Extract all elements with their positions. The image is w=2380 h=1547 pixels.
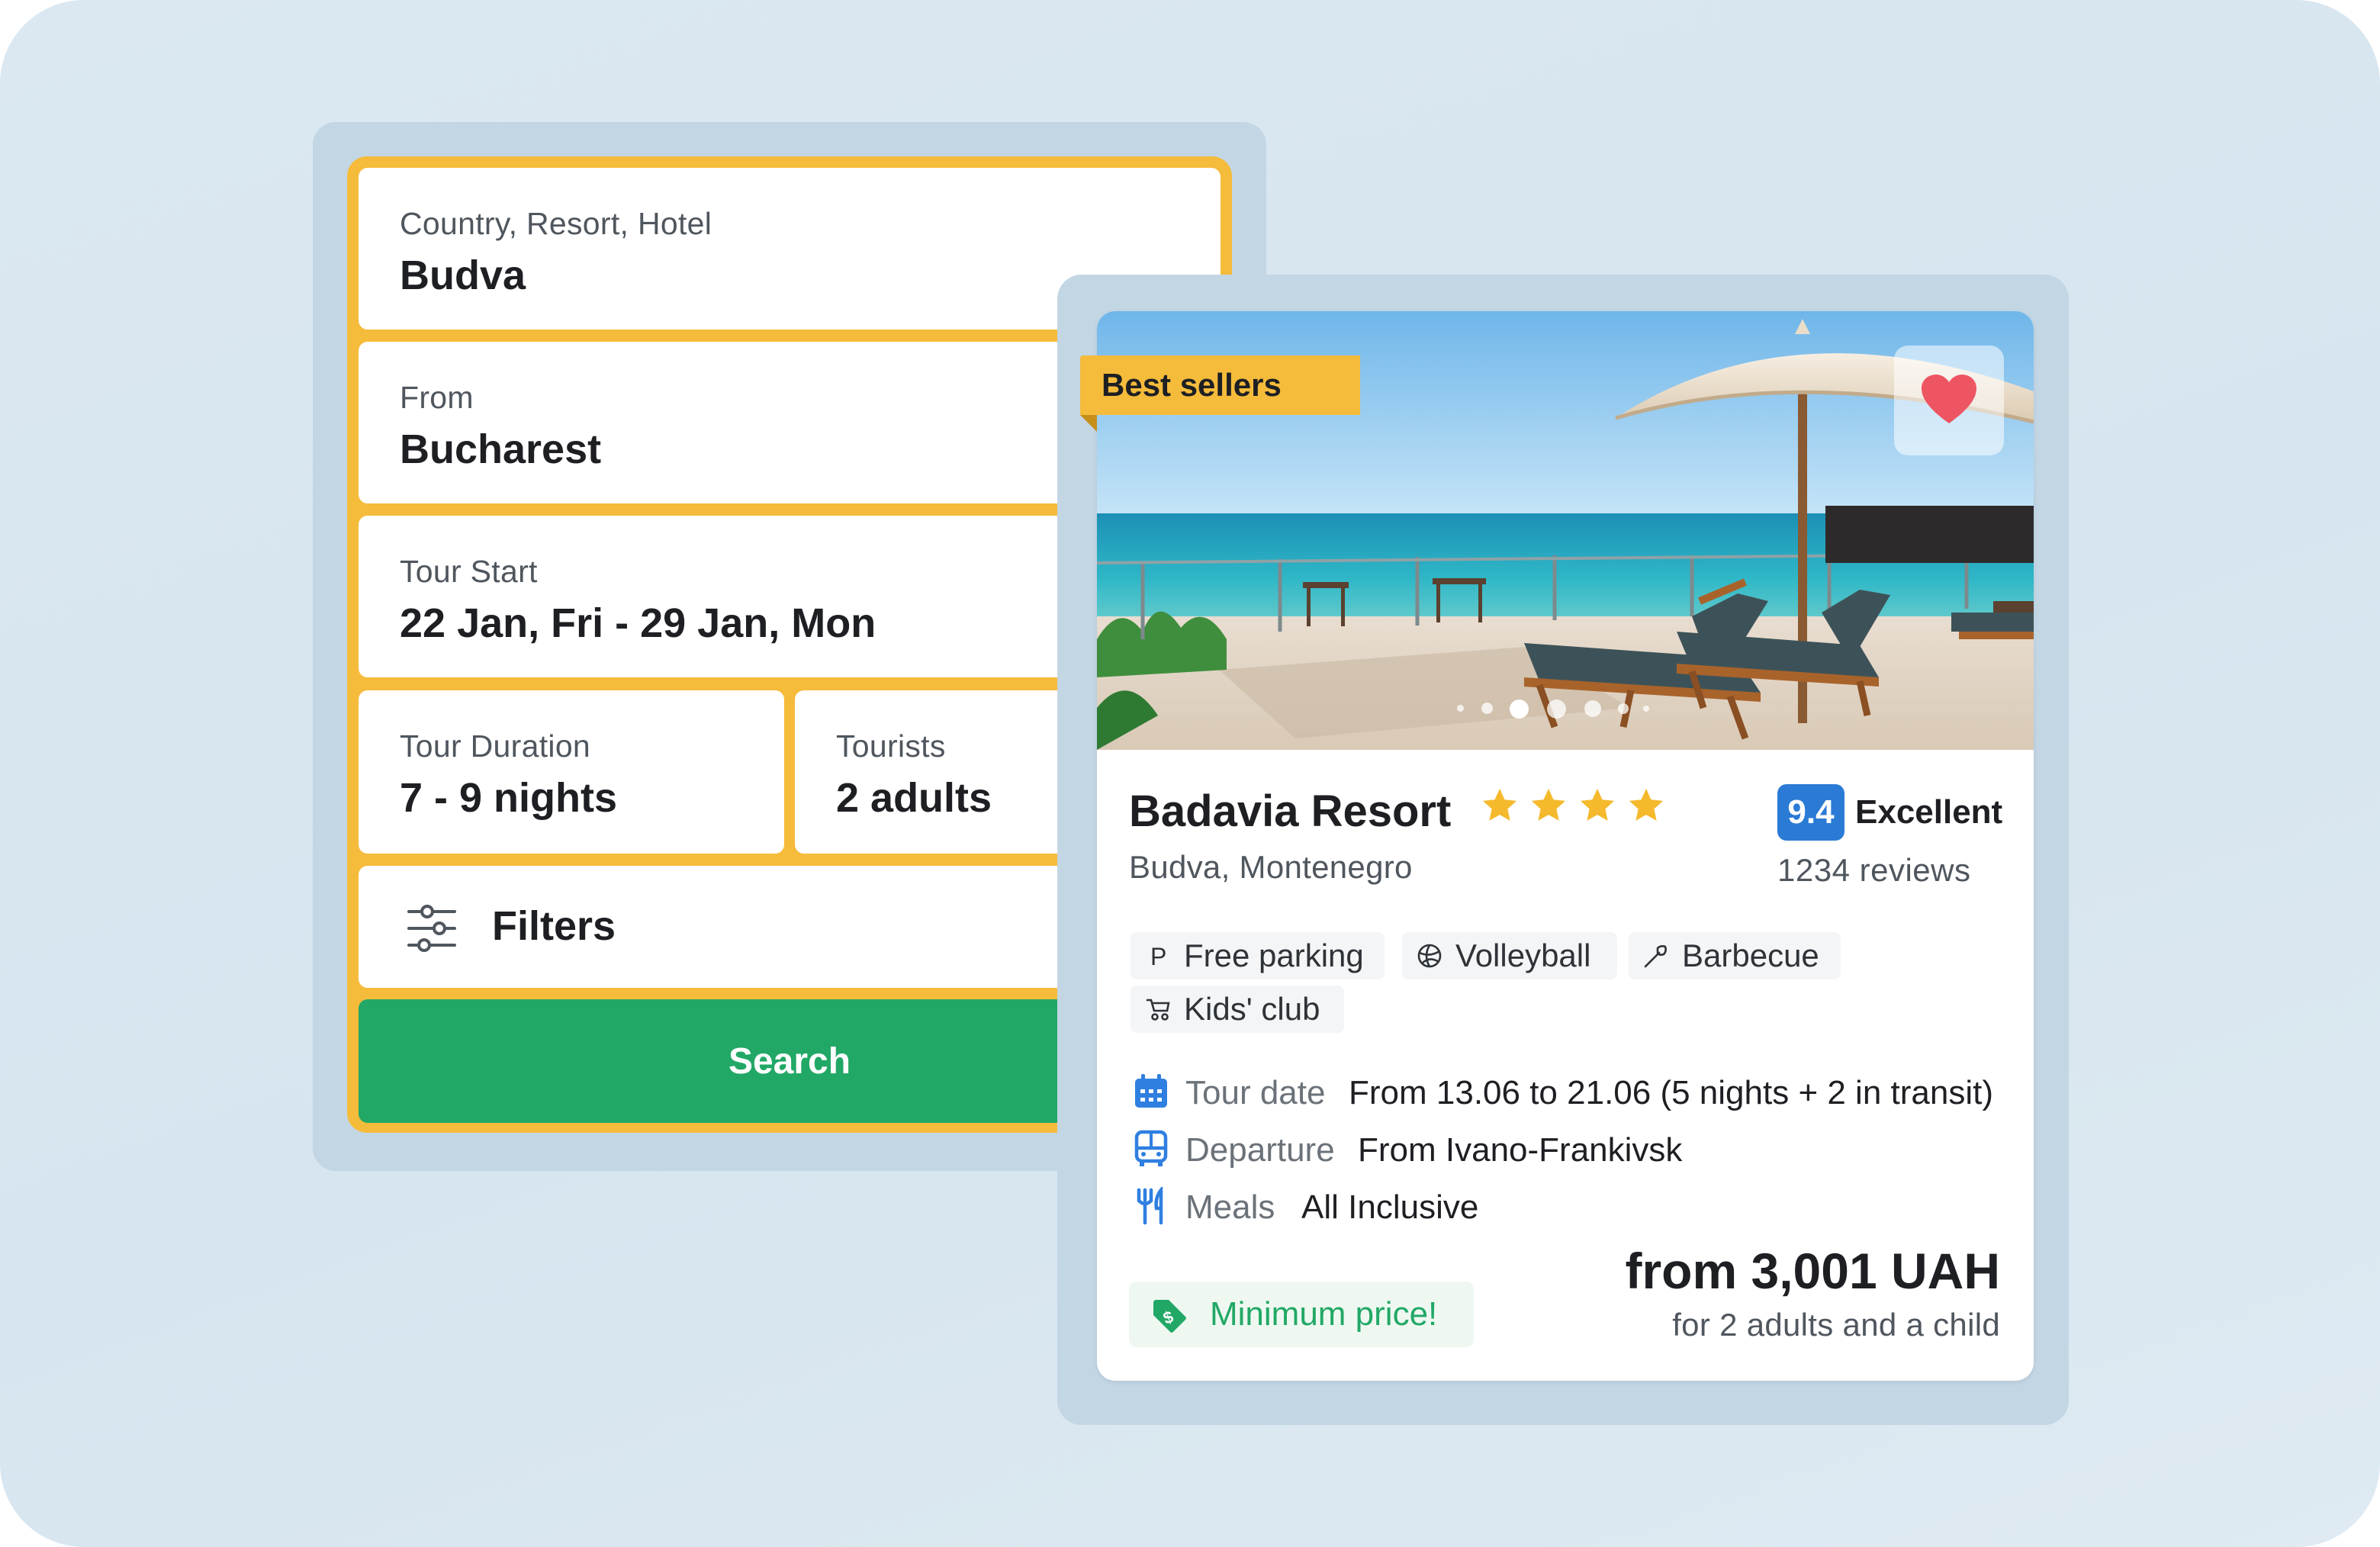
filters-label: Filters: [492, 903, 616, 949]
star-icon: [1580, 788, 1615, 821]
ribbon-fold: [1080, 415, 1097, 432]
hotel-name[interactable]: Badavia Resort: [1129, 786, 1451, 837]
heart-icon: [1922, 375, 1976, 423]
gallery-pagination[interactable]: [1455, 696, 1700, 719]
svg-text:P: P: [1150, 943, 1166, 970]
departure-value: From Ivano-Frankivsk: [1358, 1131, 1683, 1169]
amenity-chip: Barbecue: [1629, 932, 1841, 979]
minimum-price-label: Minimum price!: [1210, 1295, 1438, 1333]
fork-knife-icon: [1137, 1187, 1163, 1225]
rating-score: 9.4: [1777, 784, 1844, 841]
tour-duration-value: 7 - 9 nights: [400, 775, 618, 821]
price-note: for 2 adults and a child: [1672, 1307, 2000, 1343]
gallery-dot[interactable]: [1457, 705, 1464, 712]
barbecue-icon: [1644, 945, 1667, 968]
tour-date-value: From 13.06 to 21.06 (5 nights + 2 in tra…: [1349, 1074, 1994, 1111]
tourists-value: 2 adults: [836, 775, 992, 821]
reviews-count[interactable]: 1234 reviews: [1777, 852, 1970, 889]
minimum-price-badge: $ Minimum price!: [1129, 1282, 1474, 1347]
star-icon: [1629, 788, 1664, 821]
amenity-label: Kids' club: [1184, 991, 1320, 1027]
star-icon: [1531, 788, 1566, 821]
departure-city-value: Bucharest: [400, 426, 602, 472]
volleyball-icon: [1417, 944, 1442, 968]
bus-icon: [1134, 1130, 1168, 1166]
price-tag-icon: $: [1153, 1300, 1186, 1333]
tour-date-key: Tour date: [1185, 1074, 1326, 1111]
meals-key: Meals: [1185, 1188, 1275, 1226]
tour-start-label: Tour Start: [400, 554, 538, 589]
gallery-dot[interactable]: [1547, 700, 1566, 719]
amenity-chip: Kids' club: [1130, 986, 1344, 1033]
departure-key: Departure: [1185, 1131, 1335, 1169]
price: from 3,001 UAH: [1625, 1243, 2001, 1299]
amenity-label: Volleyball: [1455, 938, 1591, 973]
gallery-dot[interactable]: [1643, 706, 1649, 712]
favorite-button[interactable]: [1894, 346, 2004, 455]
calendar-icon: [1135, 1074, 1167, 1108]
gallery-dot[interactable]: [1481, 703, 1493, 714]
amenity-label: Free parking: [1184, 938, 1364, 973]
rating-label: Excellent: [1855, 793, 2003, 831]
parking-icon: P: [1150, 943, 1166, 970]
destination-value: Budva: [400, 252, 526, 298]
meals-value: All Inclusive: [1301, 1188, 1479, 1226]
tour-start-value: 22 Jan, Fri - 29 Jan, Mon: [400, 600, 876, 646]
gallery-dot[interactable]: [1584, 700, 1601, 717]
sliders-icon: [407, 905, 456, 952]
best-sellers-ribbon: Best sellers: [1080, 355, 1360, 415]
tour-duration-field[interactable]: Tour Duration 7 - 9 nights: [359, 690, 784, 854]
amenity-chip: P Free parking: [1130, 932, 1385, 979]
tour-duration-label: Tour Duration: [400, 728, 591, 764]
star-icon: [1482, 788, 1517, 821]
destination-label: Country, Resort, Hotel: [400, 206, 712, 241]
hotel-location: Budva, Montenegro: [1129, 849, 1413, 885]
gallery-dot-active[interactable]: [1510, 700, 1529, 719]
stroller-icon: [1146, 999, 1170, 1021]
amenity-chip: Volleyball: [1402, 932, 1617, 979]
departure-city-label: From: [400, 380, 474, 415]
tourists-label: Tourists: [836, 728, 946, 764]
gallery-dot[interactable]: [1618, 703, 1629, 714]
amenity-label: Barbecue: [1682, 938, 1819, 973]
